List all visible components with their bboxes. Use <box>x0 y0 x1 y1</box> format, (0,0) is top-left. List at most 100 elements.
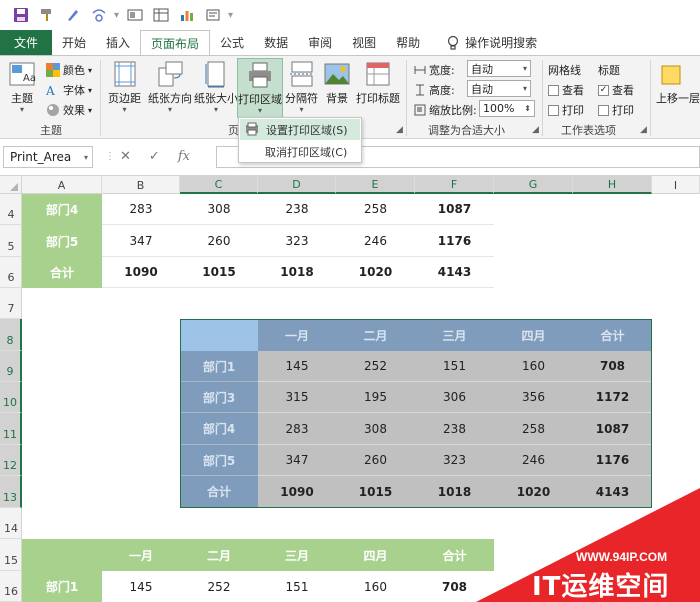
row-header-6[interactable]: 6 <box>0 257 22 288</box>
tab-insert[interactable]: 插入 <box>96 30 140 55</box>
table-cell[interactable]: 283 <box>102 194 180 225</box>
tab-home[interactable]: 开始 <box>52 30 96 55</box>
column-header-h[interactable]: H <box>573 176 652 194</box>
row-label-cell[interactable]: 部门5 <box>22 225 102 257</box>
height-select[interactable]: 自动 ▾ <box>467 80 531 97</box>
row-header-11[interactable]: 11 <box>0 413 22 445</box>
column-header-b[interactable]: B <box>102 176 180 194</box>
row-header-12[interactable]: 12 <box>0 445 22 476</box>
theme-colors-button[interactable]: 颜色 ▾ <box>46 62 92 78</box>
table-cell[interactable]: 252 <box>180 571 258 602</box>
row-header-15[interactable]: 15 <box>0 539 22 571</box>
print-preview-icon[interactable] <box>202 4 224 26</box>
tab-help[interactable]: 帮助 <box>386 30 430 55</box>
orientation-button[interactable]: 纸张方向 ▾ <box>148 60 192 114</box>
row-header-7[interactable]: 7 <box>0 288 22 319</box>
month-header-cell[interactable]: 四月 <box>336 539 415 571</box>
cancel-icon[interactable]: ✕ <box>120 149 131 164</box>
table-cell[interactable]: 4143 <box>415 257 494 288</box>
row-header-10[interactable]: 10 <box>0 382 22 413</box>
table-cell[interactable]: 151 <box>258 571 336 602</box>
select-all-corner[interactable] <box>0 176 22 194</box>
headings-view-checkbox[interactable]: ✓ 查看 <box>598 82 634 98</box>
row-header-16[interactable]: 16 <box>0 571 22 602</box>
save-icon[interactable] <box>10 4 32 26</box>
row-header-4[interactable]: 4 <box>0 194 22 225</box>
touch-mode-icon[interactable] <box>88 4 110 26</box>
table-cell[interactable]: 1018 <box>258 257 336 288</box>
row-header-14[interactable]: 14 <box>0 508 22 539</box>
gridlines-print-checkbox[interactable]: 打印 <box>548 102 584 118</box>
tab-review[interactable]: 审阅 <box>298 30 342 55</box>
row-header-8[interactable]: 8 <box>0 319 22 351</box>
name-box[interactable]: Print_Area ▾ <box>3 146 93 168</box>
resize-handle-icon[interactable]: ⋮ <box>105 151 115 162</box>
row-header-5[interactable]: 5 <box>0 225 22 257</box>
background-button[interactable]: 背景 <box>323 60 351 106</box>
month-header-cell[interactable]: 二月 <box>180 539 258 571</box>
table-corner-cell[interactable] <box>22 539 102 571</box>
theme-effects-button[interactable]: 效果 ▾ <box>46 102 92 118</box>
column-header-e[interactable]: E <box>336 176 415 194</box>
themes-button[interactable]: Aa 主题 ▾ <box>8 60 36 114</box>
row-header-13[interactable]: 13 <box>0 476 22 508</box>
column-header-c[interactable]: C <box>180 176 258 194</box>
enter-icon[interactable]: ✓ <box>149 149 160 164</box>
table-cell[interactable]: 347 <box>102 225 180 257</box>
print-area-button[interactable]: 打印区域 ▾ <box>237 58 283 118</box>
page-setup-launcher-icon[interactable]: ◢ <box>396 125 403 135</box>
table-cell[interactable]: 1020 <box>336 257 415 288</box>
tell-me-search[interactable]: 操作说明搜索 <box>436 30 547 55</box>
table-cell[interactable]: 160 <box>336 571 415 602</box>
margins-button[interactable]: 页边距 ▾ <box>108 60 141 114</box>
row-label-cell[interactable]: 部门4 <box>22 194 102 225</box>
table-cell[interactable]: 1015 <box>180 257 258 288</box>
clear-print-area-item[interactable]: 取消打印区域(C) <box>239 141 361 162</box>
row-header-9[interactable]: 9 <box>0 351 22 382</box>
column-header-i[interactable]: I <box>652 176 700 194</box>
month-header-cell[interactable]: 三月 <box>258 539 336 571</box>
column-header-f[interactable]: F <box>415 176 494 194</box>
size-button[interactable]: 纸张大小 ▾ <box>194 60 238 114</box>
headings-print-checkbox[interactable]: 打印 <box>598 102 634 118</box>
column-header-g[interactable]: G <box>494 176 573 194</box>
month-header-cell[interactable]: 一月 <box>102 539 180 571</box>
table-cell[interactable]: 145 <box>102 571 180 602</box>
set-print-area-item[interactable]: 设置打印区域(S) <box>240 119 360 140</box>
table-icon[interactable] <box>150 4 172 26</box>
row-label-cell[interactable]: 合计 <box>22 257 102 288</box>
insert-function-icon[interactable]: fx <box>178 149 190 164</box>
width-select[interactable]: 自动 ▾ <box>467 60 531 77</box>
layout-icon[interactable] <box>124 4 146 26</box>
row-label-cell[interactable]: 部门1 <box>22 571 102 602</box>
scale-launcher-icon[interactable]: ◢ <box>532 125 539 135</box>
table-cell[interactable]: 1176 <box>415 225 494 257</box>
tab-page-layout[interactable]: 页面布局 <box>140 30 211 55</box>
chevron-down-icon[interactable]: ▾ <box>114 10 120 21</box>
breaks-button[interactable]: 分隔符 ▾ <box>285 60 318 114</box>
table-cell[interactable]: 1087 <box>415 194 494 225</box>
tab-file[interactable]: 文件 <box>0 30 52 55</box>
tab-formulas[interactable]: 公式 <box>210 30 254 55</box>
column-header-a[interactable]: A <box>22 176 102 194</box>
customize-toolbar-icon[interactable]: ▾ <box>228 10 234 21</box>
chart-icon[interactable] <box>176 4 198 26</box>
table-cell[interactable]: 1090 <box>102 257 180 288</box>
format-painter-icon[interactable] <box>36 4 58 26</box>
table-cell[interactable]: 260 <box>180 225 258 257</box>
sheet-options-launcher-icon[interactable]: ◢ <box>640 125 647 135</box>
table-cell[interactable]: 246 <box>336 225 415 257</box>
theme-fonts-button[interactable]: A 字体 ▾ <box>46 82 92 98</box>
print-titles-button[interactable]: 打印标题 <box>356 60 400 106</box>
gridlines-view-checkbox[interactable]: 查看 <box>548 82 584 98</box>
scale-stepper[interactable]: 100% ⬍ <box>479 100 535 117</box>
bring-forward-button[interactable]: 上移一层 <box>656 60 700 106</box>
table-cell[interactable]: 238 <box>258 194 336 225</box>
table-cell[interactable]: 258 <box>336 194 415 225</box>
pen-icon[interactable] <box>62 4 84 26</box>
tab-view[interactable]: 视图 <box>342 30 386 55</box>
tab-data[interactable]: 数据 <box>254 30 298 55</box>
column-header-d[interactable]: D <box>258 176 336 194</box>
table-cell[interactable]: 308 <box>180 194 258 225</box>
table-cell[interactable]: 323 <box>258 225 336 257</box>
